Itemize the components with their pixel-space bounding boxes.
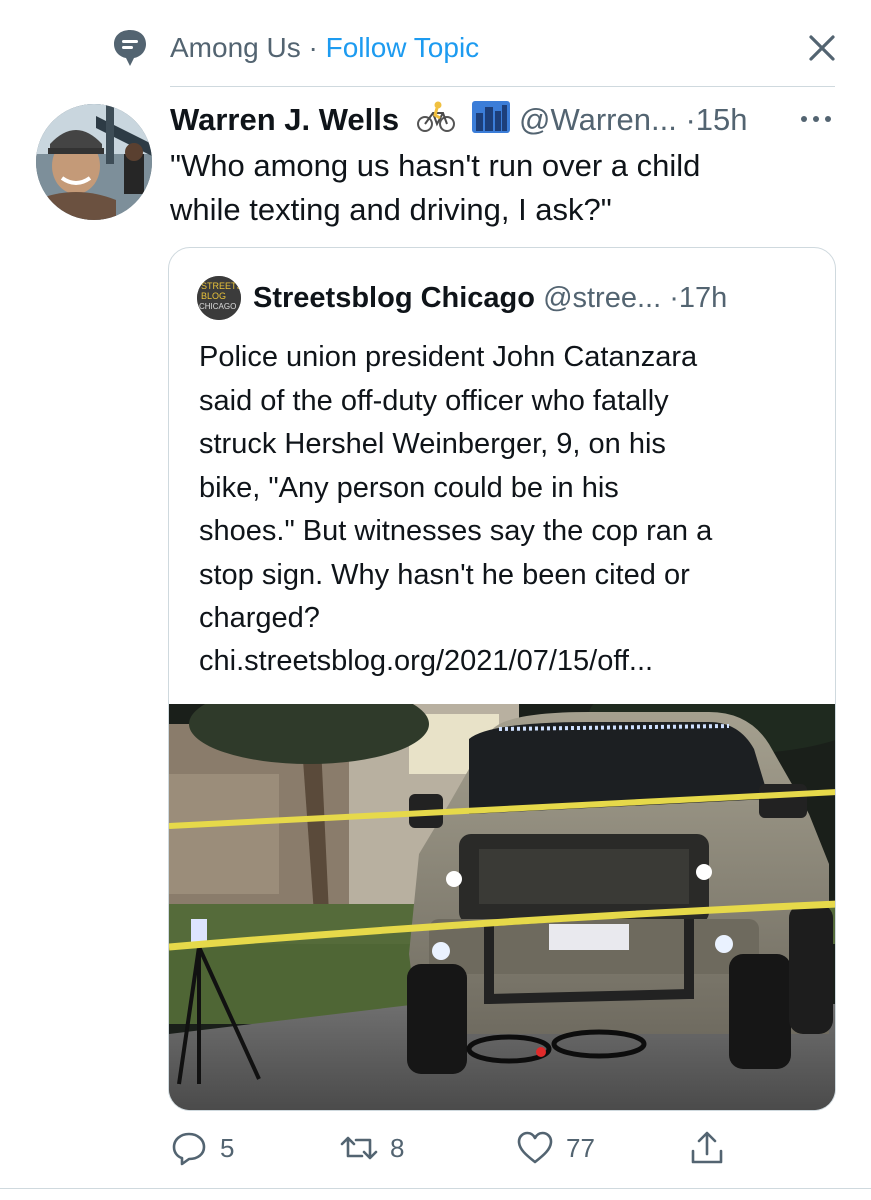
bottom-divider [0,1188,871,1189]
reply-button[interactable]: 5 [170,1126,234,1170]
close-icon[interactable] [802,28,842,68]
author-name[interactable]: Warren J. Wells [170,102,399,137]
topic-separator: · [308,32,318,63]
quoted-tweet-link[interactable]: chi.streetsblog.org/2021/07/15/off... [199,640,653,684]
quoted-author-handle[interactable]: @stree... [543,282,661,314]
topic-icon [114,30,146,66]
quoted-avatar-text-3: CHICAGO [199,302,236,311]
quoted-avatar[interactable]: STREETS BLOG CHICAGO [197,276,241,320]
reply-count: 5 [220,1132,235,1163]
tweet-header: Warren J. Wells @Warren... ·15h [170,100,748,140]
quoted-author-name[interactable]: Streetsblog Chicago [253,282,535,314]
topic-divider [170,86,835,87]
tweet-text: "Who among us hasn't run over a child wh… [170,148,701,227]
quoted-avatar-text-2: BLOG [201,291,226,301]
like-count: 77 [566,1132,595,1163]
share-button[interactable] [688,1126,726,1170]
heart-icon [517,1131,553,1164]
quoted-avatar-text-1: STREETS [201,281,241,291]
retweet-count: 8 [390,1132,405,1163]
retweet-button[interactable]: 8 [340,1126,404,1170]
quoted-tweet-time[interactable]: 17h [679,282,727,314]
follow-topic-button[interactable]: Follow Topic [326,32,480,63]
news-photo[interactable] [169,704,836,1111]
avatar[interactable] [36,104,152,220]
tweet-time[interactable]: 15h [696,102,748,137]
reply-icon [172,1132,206,1166]
more-options-icon[interactable] [794,104,838,134]
topic-bar: Among Us · Follow Topic [0,0,871,88]
quoted-tweet-card[interactable]: STREETS BLOG CHICAGO Streetsblog Chicago… [168,247,836,1111]
like-button[interactable]: 77 [516,1126,595,1170]
quoted-header-separator: · [669,282,679,314]
tweet-actions: 5 8 77 [0,1120,871,1176]
author-handle[interactable]: @Warren... [519,102,677,137]
quoted-tweet-text: Police union president John Catanzara sa… [199,341,713,634]
cityscape-icon [472,100,511,143]
share-icon [691,1131,723,1164]
retweet-icon [340,1136,378,1160]
topic-name[interactable]: Among Us [170,32,301,63]
topic-line: Among Us · Follow Topic [170,30,479,66]
header-separator: · [685,102,696,137]
quoted-header: Streetsblog Chicago @stree... ·17h [253,278,727,318]
bicyclist-icon [416,101,456,143]
